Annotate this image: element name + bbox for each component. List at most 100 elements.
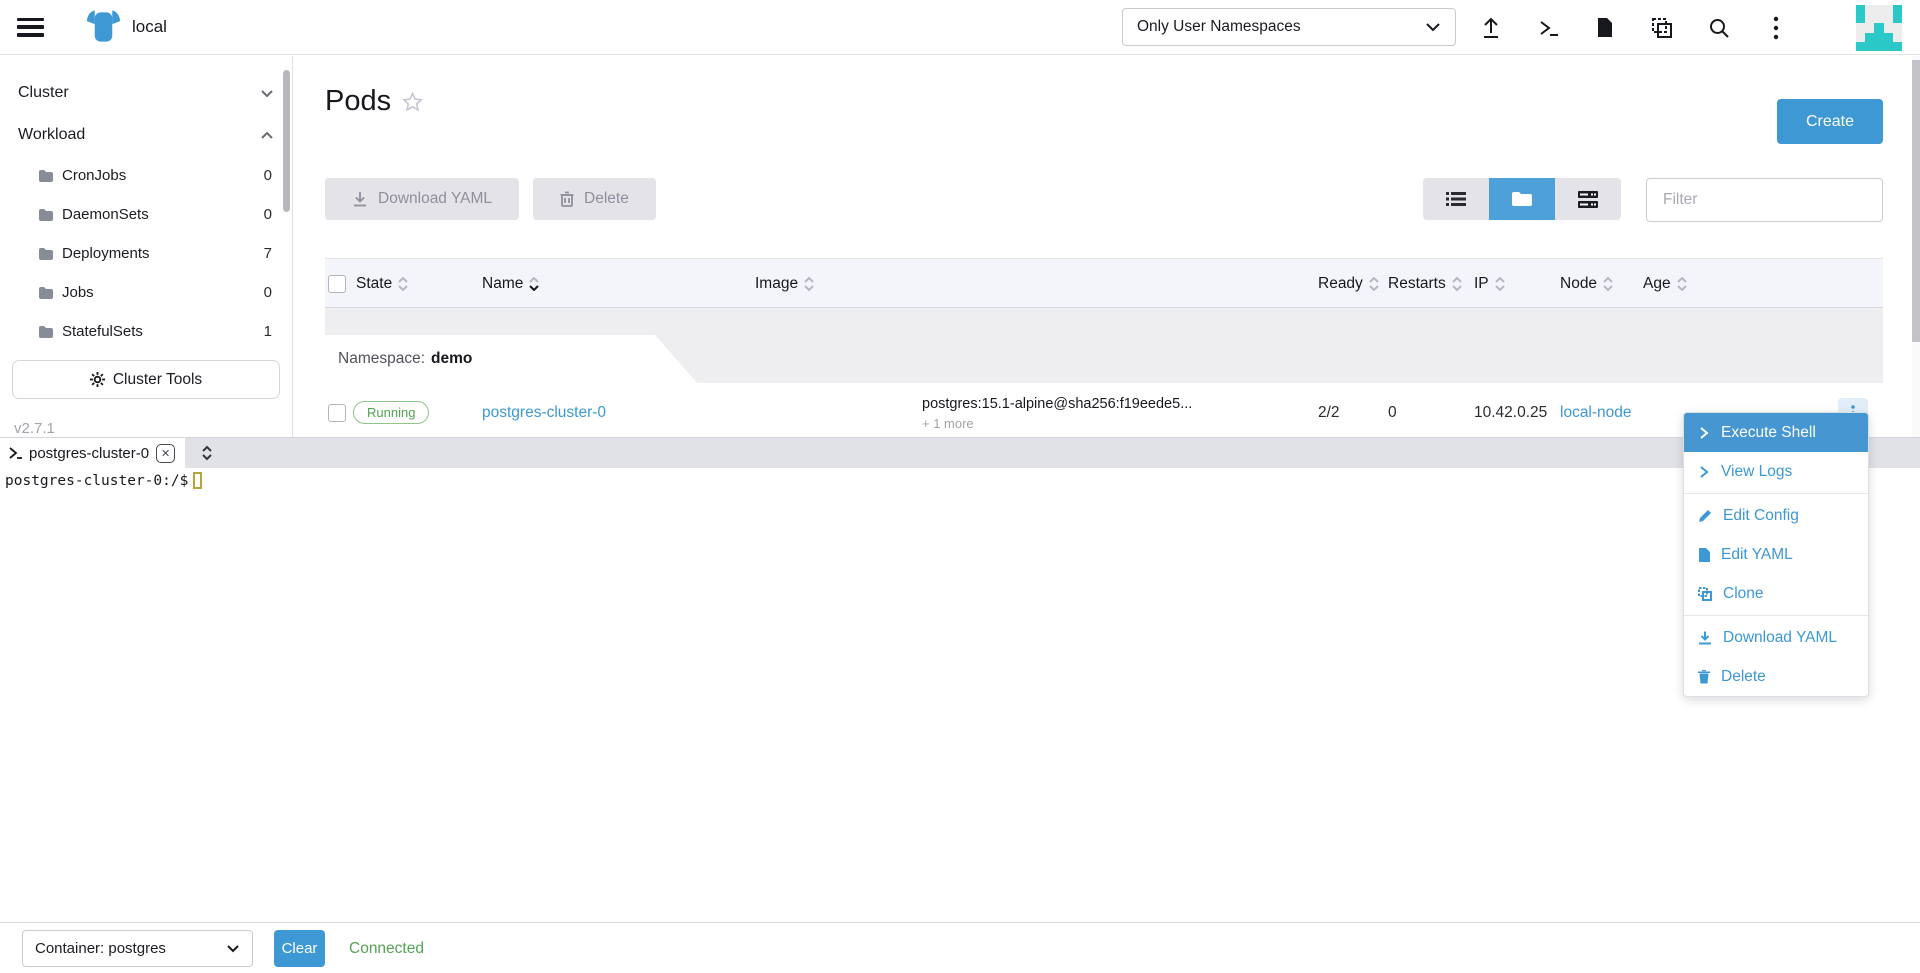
filter-input[interactable] xyxy=(1646,178,1883,222)
hamburger-menu-icon[interactable] xyxy=(17,18,44,37)
folder-icon xyxy=(39,326,53,338)
import-yaml-icon[interactable] xyxy=(1478,15,1504,41)
download-icon xyxy=(352,191,368,207)
menu-item-edit-config[interactable]: Edit Config xyxy=(1684,496,1868,535)
gear-icon xyxy=(90,372,105,387)
table-header-row: State Name Image Ready Restarts IP xyxy=(325,258,1883,308)
sidebar-item-daemonsets[interactable]: DaemonSets 0 xyxy=(0,195,292,234)
page-scrollbar[interactable] xyxy=(1912,56,1920,437)
view-mode-detail[interactable] xyxy=(1555,178,1621,220)
copy-icon xyxy=(1698,587,1712,601)
sidebar-item-statefulsets[interactable]: StatefulSets 1 xyxy=(0,312,292,351)
favorite-star-icon[interactable] xyxy=(402,92,423,112)
column-header-ip[interactable]: IP xyxy=(1474,259,1505,309)
sidebar-item-cronjobs[interactable]: CronJobs 0 xyxy=(0,156,292,195)
pod-image-more: + 1 more xyxy=(922,416,1192,431)
menu-item-edit-yaml[interactable]: Edit YAML xyxy=(1684,535,1868,574)
clear-button[interactable]: Clear xyxy=(274,930,325,967)
pods-table: State Name Image Ready Restarts IP xyxy=(325,258,1883,463)
select-all-checkbox[interactable] xyxy=(328,259,346,309)
sort-icon xyxy=(1452,277,1462,291)
column-header-name[interactable]: Name xyxy=(482,259,539,309)
chevron-right-icon xyxy=(1698,427,1710,439)
delete-label: Delete xyxy=(584,190,629,208)
sidebar-item-label: DaemonSets xyxy=(62,206,149,223)
rancher-version: v2.7.1 xyxy=(14,420,292,437)
sidebar-group-workload[interactable]: Workload xyxy=(0,114,292,156)
sidebar-scrollbar[interactable] xyxy=(283,70,290,212)
terminal-tab[interactable]: postgres-cluster-0 ✕ xyxy=(0,438,185,468)
sort-icon xyxy=(398,277,408,291)
page-scrollbar-thumb[interactable] xyxy=(1912,60,1920,342)
page-title: Pods xyxy=(325,85,391,118)
row-context-menu: Execute Shell View Logs Edit Config Edit… xyxy=(1683,412,1869,697)
folder-view-icon xyxy=(1512,191,1532,207)
cluster-name: local xyxy=(132,17,167,37)
avatar[interactable] xyxy=(1856,5,1902,51)
terminal-tab-label: postgres-cluster-0 xyxy=(29,445,149,462)
column-header-restarts[interactable]: Restarts xyxy=(1388,259,1462,309)
namespace-name: demo xyxy=(431,350,472,368)
pod-name-link[interactable]: postgres-cluster-0 xyxy=(482,404,606,422)
trash-icon xyxy=(1698,670,1710,684)
menu-item-delete[interactable]: Delete xyxy=(1684,657,1868,696)
pod-node-link[interactable]: local-node xyxy=(1560,404,1632,422)
shell-icon xyxy=(9,447,22,459)
menu-item-view-logs[interactable]: View Logs xyxy=(1684,452,1868,491)
menu-divider xyxy=(1684,615,1868,616)
sidebar-group-label: Cluster xyxy=(18,84,69,102)
search-icon[interactable] xyxy=(1706,15,1732,41)
cluster-tools-button[interactable]: Cluster Tools xyxy=(12,360,280,399)
namespace-group-tab: Namespace: demo xyxy=(325,335,697,383)
folder-icon xyxy=(39,209,53,221)
sidebar-item-label: CronJobs xyxy=(62,167,126,184)
namespace-filter-select[interactable]: Only User Namespaces xyxy=(1122,8,1456,46)
menu-item-download-yaml[interactable]: Download YAML xyxy=(1684,618,1868,657)
kubectl-shell-icon[interactable] xyxy=(1535,15,1561,41)
rancher-logo-icon xyxy=(85,7,122,47)
terminal-resize-handle[interactable] xyxy=(200,438,214,468)
pod-image-cell: postgres:15.1-alpine@sha256:f19eede5... … xyxy=(922,396,1192,431)
copy-resource-icon[interactable] xyxy=(1649,15,1675,41)
terminal-panel: postgres-cluster-0 ✕ postgres-cluster-0:… xyxy=(0,437,1920,973)
sidebar-item-jobs[interactable]: Jobs 0 xyxy=(0,273,292,312)
menu-divider xyxy=(1684,493,1868,494)
terminal-footer: Container: postgres Clear Connected xyxy=(0,922,1920,973)
download-yaml-button[interactable]: Download YAML xyxy=(325,178,519,220)
view-mode-toggle xyxy=(1423,178,1621,220)
download-icon xyxy=(1698,631,1712,645)
close-tab-icon[interactable]: ✕ xyxy=(156,444,175,463)
create-button[interactable]: Create xyxy=(1777,99,1883,144)
folder-icon xyxy=(39,170,53,182)
sidebar-item-label: Jobs xyxy=(62,284,94,301)
column-header-age[interactable]: Age xyxy=(1643,259,1687,309)
column-header-node[interactable]: Node xyxy=(1560,259,1613,309)
pod-ready: 2/2 xyxy=(1318,404,1340,422)
chevron-down-icon xyxy=(260,89,274,98)
view-mode-grouped[interactable] xyxy=(1489,178,1555,220)
namespace-group-row: Namespace: demo xyxy=(325,308,1883,383)
sidebar-item-label: Deployments xyxy=(62,245,150,262)
container-select[interactable]: Container: postgres xyxy=(22,930,253,967)
list-view-icon xyxy=(1446,191,1466,207)
row-checkbox[interactable] xyxy=(328,404,346,422)
docs-icon[interactable] xyxy=(1592,15,1618,41)
sort-icon xyxy=(1369,277,1379,291)
sidebar-group-cluster[interactable]: Cluster xyxy=(0,72,292,114)
menu-item-execute-shell[interactable]: Execute Shell xyxy=(1684,413,1868,452)
pod-restarts: 0 xyxy=(1388,404,1397,422)
chevron-down-icon xyxy=(226,944,240,953)
status-badge: Running xyxy=(353,401,429,424)
column-header-state[interactable]: State xyxy=(356,259,408,309)
kebab-menu-icon[interactable] xyxy=(1763,15,1789,41)
delete-button[interactable]: Delete xyxy=(533,178,656,220)
sidebar-item-deployments[interactable]: Deployments 7 xyxy=(0,234,292,273)
sidebar-group-label: Workload xyxy=(18,126,85,144)
view-mode-list[interactable] xyxy=(1423,178,1489,220)
column-header-ready[interactable]: Ready xyxy=(1318,259,1379,309)
chevron-right-icon xyxy=(1698,466,1710,478)
menu-item-clone[interactable]: Clone xyxy=(1684,574,1868,613)
terminal-output[interactable]: postgres-cluster-0:/$ xyxy=(0,468,1920,922)
pencil-icon xyxy=(1698,509,1712,523)
column-header-image[interactable]: Image xyxy=(755,259,814,309)
